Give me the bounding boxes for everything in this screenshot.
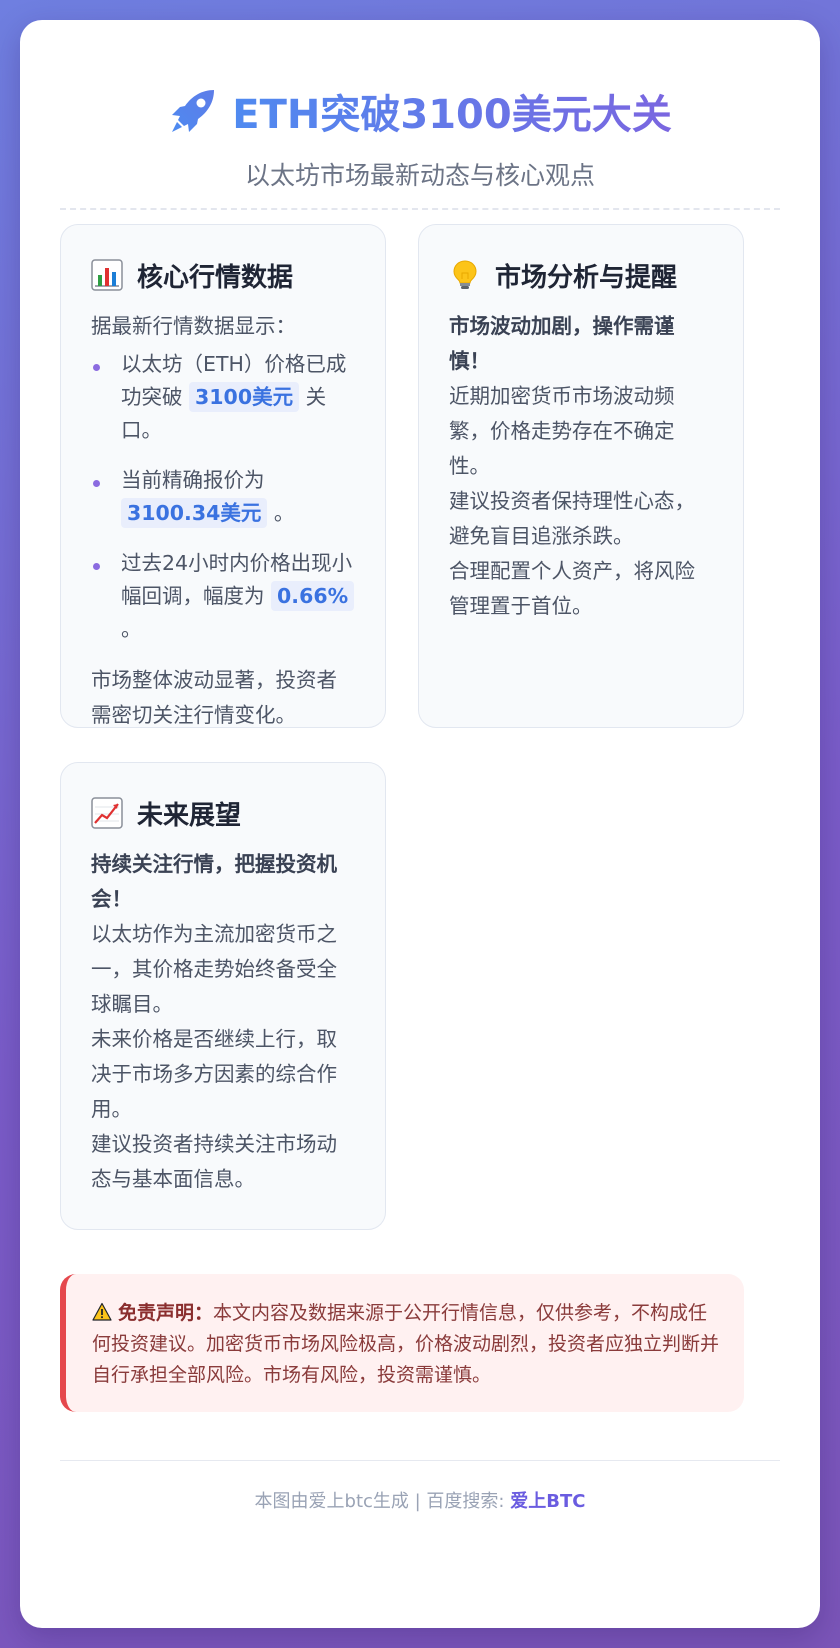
header: ETH突破3100美元大关 以太坊市场最新动态与核心观点 <box>60 60 780 210</box>
market-data-intro: 据最新行情数据显示： <box>91 314 296 338</box>
trend-up-chart-icon <box>91 797 123 829</box>
bar-chart-icon <box>91 259 123 291</box>
list-item: 当前精确报价为 3100.34美元 。 <box>91 464 357 530</box>
analysis-panel: 市场分析与提醒 市场波动加剧，操作需谨慎！ 近期加密货币市场波动频繁，价格走势存… <box>418 224 744 728</box>
list-item: 过去24小时内价格出现小幅回调，幅度为 0.66% 。 <box>91 547 357 646</box>
analysis-headline: 市场波动加剧，操作需谨慎！ <box>449 314 675 373</box>
main-card: ETH突破3100美元大关 以太坊市场最新动态与核心观点 核心行情数据 据最新行… <box>20 20 820 1628</box>
lightbulb-icon <box>449 259 481 291</box>
change-highlight: 0.66% <box>271 581 355 611</box>
price-highlight: 3100美元 <box>189 382 300 412</box>
page-subtitle: 以太坊市场最新动态与核心观点 <box>244 161 595 190</box>
outlook-header: 未来展望 <box>91 793 357 833</box>
disclaimer-box: 免责声明：本文内容及数据来源于公开行情信息，仅供参考，不构成任何投资建议。加密货… <box>60 1274 744 1412</box>
outlook-line: 建议投资者持续关注市场动态与基本面信息。 <box>91 1132 337 1191</box>
footer-brand-link[interactable]: 爱上BTC <box>510 1491 585 1512</box>
analysis-line: 近期加密货币市场波动频繁，价格走势存在不确定性。 <box>449 384 675 478</box>
price-highlight: 3100.34美元 <box>121 498 268 528</box>
list-item: 以太坊（ETH）价格已成功突破 3100美元 关口。 <box>91 348 357 447</box>
outlook-headline: 持续关注行情，把握投资机会！ <box>91 852 337 911</box>
market-data-list: 以太坊（ETH）价格已成功突破 3100美元 关口。 当前精确报价为 3100.… <box>91 348 357 646</box>
footer: 本图由爱上btc生成 | 百度搜索: 爱上BTC <box>60 1460 780 1540</box>
analysis-line: 合理配置个人资产，将风险管理置于首位。 <box>449 559 695 618</box>
title-row: ETH突破3100美元大关 <box>60 82 780 140</box>
analysis-line: 建议投资者保持理性心态，避免盲目追涨杀跌。 <box>449 489 695 548</box>
market-data-title: 核心行情数据 <box>137 262 294 293</box>
outlook-panel: 未来展望 持续关注行情，把握投资机会！ 以太坊作为主流加密货币之一，其价格走势始… <box>60 762 386 1230</box>
analysis-title: 市场分析与提醒 <box>495 262 678 293</box>
page-title: ETH突破3100美元大关 <box>232 82 671 140</box>
analysis-header: 市场分析与提醒 <box>449 255 715 295</box>
disclaimer-label: 免责声明： <box>118 1302 214 1324</box>
footer-text: 本图由爱上btc生成 | 百度搜索: <box>254 1491 511 1512</box>
rocket-icon <box>168 86 218 136</box>
outlook-title: 未来展望 <box>137 800 242 831</box>
outlook-line: 未来价格是否继续上行，取决于市场多方因素的综合作用。 <box>91 1027 337 1121</box>
market-data-header: 核心行情数据 <box>91 255 357 295</box>
outlook-line: 以太坊作为主流加密货币之一，其价格走势始终备受全球瞩目。 <box>91 922 337 1016</box>
market-data-panel: 核心行情数据 据最新行情数据显示： 以太坊（ETH）价格已成功突破 3100美元… <box>60 224 386 728</box>
market-data-outro: 市场整体波动显著，投资者需密切关注行情变化。 <box>91 668 337 727</box>
warning-icon <box>92 1302 112 1321</box>
